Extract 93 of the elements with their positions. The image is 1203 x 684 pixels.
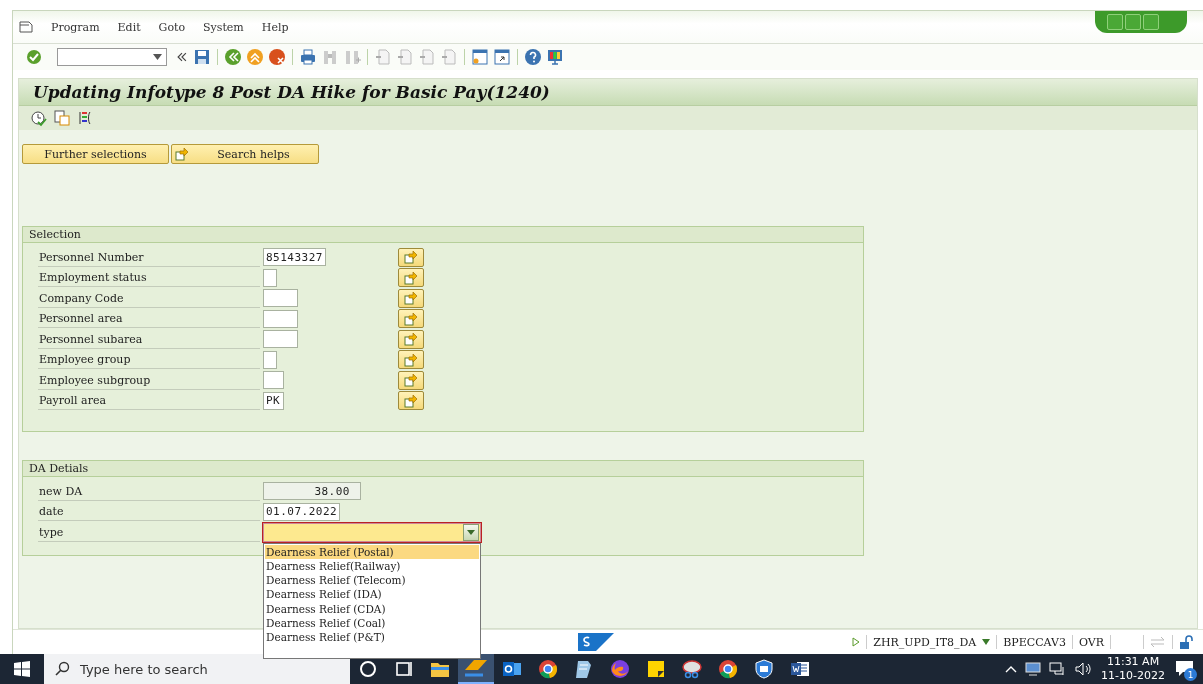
dropdown-option[interactable]: Dearness Relief(Railway) — [265, 558, 479, 574]
shortcut-icon[interactable] — [493, 48, 511, 66]
print-icon[interactable] — [299, 48, 317, 66]
group-title: Selection — [29, 227, 81, 242]
arrow-icon — [404, 311, 418, 326]
multiple-selection-button[interactable] — [398, 329, 424, 349]
field-label: Employee group — [38, 350, 260, 370]
arrow-icon — [404, 291, 418, 306]
search-icon — [54, 661, 70, 677]
menu-item[interactable]: Program — [51, 20, 100, 34]
help-icon[interactable] — [524, 48, 542, 66]
multiple-selection-button[interactable] — [398, 268, 424, 288]
clock-date[interactable]: 11-10-2022 — [1101, 669, 1165, 683]
unlocked-icon[interactable] — [1179, 635, 1193, 649]
input-field[interactable]: 85143327 — [263, 248, 326, 267]
browser-icon — [608, 657, 632, 681]
dropdown-option[interactable]: Dearness Relief (Telecom) — [265, 573, 479, 588]
field-label: date — [38, 502, 260, 522]
clock-time[interactable]: 11:31 AM — [1106, 655, 1160, 669]
field-label: Employee subgroup — [38, 370, 260, 390]
input-field[interactable] — [263, 268, 277, 287]
group-title: DA Detials — [29, 461, 89, 476]
field-label: new DA — [38, 481, 260, 501]
input-field[interactable] — [263, 330, 298, 349]
multiple-selection-button[interactable] — [398, 309, 424, 329]
status-field: BPECCAV3 — [1003, 635, 1066, 649]
arrow-icon — [404, 393, 418, 408]
monitor-icon[interactable] — [546, 48, 564, 66]
play-icon[interactable] — [852, 637, 861, 647]
further-selections-button[interactable]: Further selections — [22, 144, 169, 164]
multiple-selection-button[interactable] — [398, 350, 424, 370]
arrow-icon — [404, 270, 418, 285]
multiple-selection-button[interactable] — [398, 370, 424, 390]
multiple-selection-button[interactable] — [398, 288, 424, 308]
dropdown-option[interactable]: Dearness Relief (Postal) — [265, 544, 479, 559]
dropdown-option[interactable]: Dearness Relief (CDA) — [265, 601, 479, 616]
dropdown-option[interactable]: Dearness Relief (IDA) — [265, 587, 479, 602]
search-field[interactable]: Type here to search — [44, 654, 350, 684]
command-field[interactable] — [57, 48, 167, 66]
input-field[interactable]: 01.07.2022 — [263, 502, 340, 521]
menu-item[interactable]: System — [203, 20, 244, 34]
input-field[interactable] — [263, 371, 284, 390]
input-field[interactable] — [263, 289, 298, 308]
speaker-icon[interactable] — [1075, 662, 1094, 676]
input-field[interactable] — [263, 350, 277, 369]
dropdown-icon[interactable] — [982, 639, 991, 645]
menu-icon[interactable] — [19, 21, 33, 33]
save-icon[interactable] — [193, 48, 211, 66]
field-label: Personnel Number — [38, 247, 260, 267]
back-icon[interactable] — [224, 48, 242, 66]
input-field[interactable] — [263, 309, 298, 328]
menu-item[interactable]: Goto — [158, 20, 186, 34]
multiple-selection-button[interactable] — [398, 247, 424, 267]
status-field: OVR — [1078, 635, 1104, 649]
display-field: 38.00 — [263, 482, 361, 501]
field-label: Company Code — [38, 288, 260, 308]
arrow-icon — [404, 250, 418, 265]
input-field[interactable]: PK — [263, 391, 284, 410]
dropdown-option[interactable]: Dearness Relief (Coal) — [265, 615, 479, 630]
multiple-selection-button[interactable] — [398, 391, 424, 411]
windows-icon[interactable] — [14, 661, 30, 677]
chevron-up-icon[interactable] — [1005, 665, 1018, 673]
notification-count: 1 — [1184, 668, 1197, 681]
field-label: Payroll area — [38, 391, 260, 411]
menu-item[interactable]: Edit — [117, 20, 141, 34]
arrow-icon — [404, 352, 418, 367]
notifications-button[interactable]: 1 — [1173, 657, 1197, 681]
dropdown-arrow-icon[interactable] — [467, 529, 475, 535]
field-label: Personnel area — [38, 309, 260, 329]
execute-icon[interactable] — [29, 109, 47, 127]
field-label: Employment status — [38, 268, 260, 288]
shield-icon — [752, 657, 776, 681]
dropdown-icon[interactable] — [153, 54, 162, 60]
browser-icon — [716, 657, 740, 681]
arrow-icon — [175, 147, 189, 161]
search-helps-button[interactable]: Search helps — [171, 144, 319, 164]
type-dropdown[interactable] — [263, 522, 481, 542]
screen-title: Updating Infotype 8 Post DA Hike for Basic Pay(1240) — [33, 82, 550, 102]
monitor-icon[interactable] — [1025, 662, 1042, 676]
menu-item[interactable]: Help — [261, 20, 289, 34]
scissors-icon — [680, 657, 704, 681]
cancel-icon[interactable] — [268, 48, 286, 66]
arrow-icon — [404, 373, 418, 388]
field-label: type — [38, 522, 260, 542]
copy-icon[interactable] — [53, 109, 71, 127]
new-window-icon[interactable] — [471, 48, 489, 66]
field-label: Personnel subarea — [38, 329, 260, 349]
check-icon[interactable] — [25, 48, 43, 66]
dropdown-option[interactable]: Dearness Relief (P&T) — [265, 629, 479, 645]
arrow-icon — [404, 332, 418, 347]
status-field: ZHR_UPD_IT8_DA — [873, 635, 977, 649]
browser-icon — [536, 657, 560, 681]
logo-icon — [578, 633, 614, 651]
